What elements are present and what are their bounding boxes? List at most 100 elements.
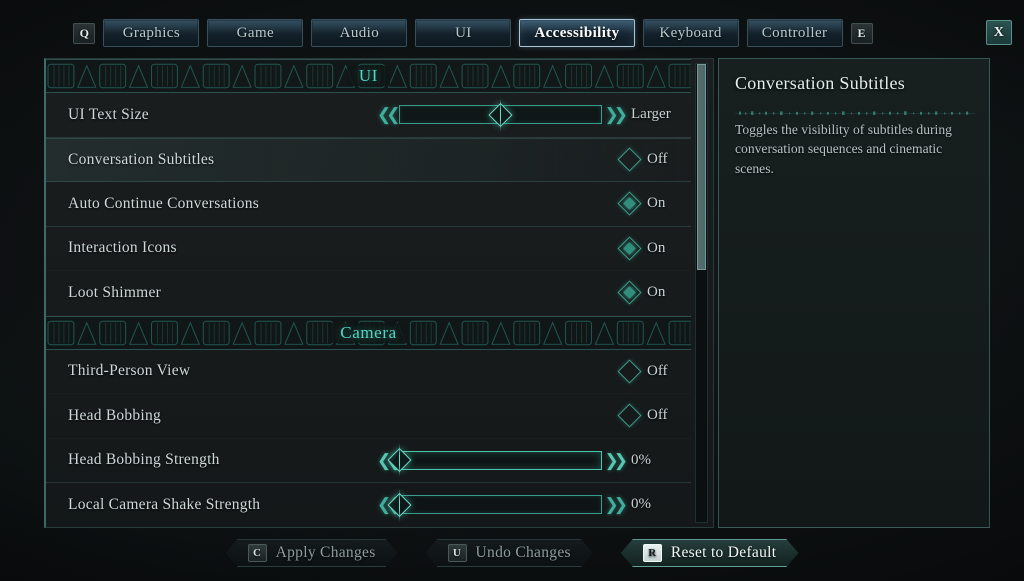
toggle-value: On [647, 239, 666, 256]
tab-graphics[interactable]: Graphics [103, 19, 200, 47]
action-label: Reset to Default [670, 544, 777, 561]
tab-keyboard[interactable]: Keyboard [642, 19, 739, 47]
setting-label: UI Text Size [68, 105, 149, 123]
section-header-ui: UI [46, 59, 691, 93]
action-key-hint: U [448, 544, 467, 562]
diamond-toggle-icon [617, 403, 642, 428]
action-bar: C Apply Changes U Undo Changes R Reset to Def… [0, 539, 1024, 567]
tab-label: Game [236, 24, 275, 41]
diamond-toggle-icon [617, 359, 642, 384]
setting-row[interactable]: Loot Shimmer On [46, 271, 691, 316]
slider-local-camera-shake-strength[interactable]: ❮❮❯❯0% [377, 492, 673, 518]
tab-ui[interactable]: UI [415, 19, 512, 47]
action-undo-changes[interactable]: U Undo Changes [426, 539, 593, 567]
toggle-auto-continue-conversations[interactable]: On [617, 191, 673, 216]
prev-tab-key-hint[interactable]: Q [73, 22, 96, 44]
setting-control: ❮❮❯❯0% [377, 492, 673, 518]
section-title: UI [346, 66, 391, 86]
tab-list: Graphics Game Audio UI Accessibility Keyboard… [103, 19, 843, 47]
info-panel-title: Conversation Subtitles [735, 73, 906, 93]
tab-audio[interactable]: Audio [311, 19, 408, 47]
next-tab-key-hint[interactable]: E [850, 22, 873, 44]
toggle-value: Off [647, 407, 668, 424]
slider-track-wrap: ❮❮❯❯ [377, 492, 628, 518]
toggle-value: Off [647, 362, 668, 379]
setting-label: Head Bobbing Strength [68, 451, 220, 469]
slider-value: 0% [631, 496, 651, 513]
action-key-hint: R [643, 544, 662, 562]
slider-value: Larger [631, 106, 671, 123]
setting-control: ❮❮❯❯0% [377, 447, 673, 473]
settings-scroll-body: UI UI Text Size ❮❮ ❯❯ Larger Conversation Sub… [46, 59, 691, 527]
chevron-right-icon[interactable]: ❯❯ [605, 452, 628, 469]
slider-ui-text-size[interactable]: ❮❮ ❯❯ Larger [377, 102, 673, 128]
setting-label: Head Bobbing [68, 406, 161, 424]
setting-label: Loot Shimmer [68, 283, 161, 301]
slider-track-wrap: ❮❮❯❯ [377, 447, 628, 473]
toggle-interaction-icons[interactable]: On [617, 236, 673, 261]
slider-track[interactable] [387, 492, 602, 517]
section-title: Camera [328, 322, 409, 343]
chevron-right-icon[interactable]: ❯❯ [605, 496, 628, 513]
slider-track[interactable] [398, 102, 602, 127]
slider-value: 0% [631, 451, 651, 468]
tab-label: Keyboard [659, 24, 722, 41]
setting-row[interactable]: Third-Person View Off [46, 350, 691, 395]
tab-label: Controller [761, 24, 828, 41]
close-menu-key-hint[interactable]: X [986, 20, 1012, 45]
tab-accessibility[interactable]: Accessibility [519, 19, 635, 47]
diamond-toggle-icon [617, 236, 642, 261]
toggle-third-person-view[interactable]: Off [617, 359, 673, 384]
tab-label: Graphics [122, 24, 181, 41]
settings-scrollbar[interactable] [695, 63, 708, 523]
settings-screen: Q Graphics Game Audio UI Accessibility Keyboa… [0, 0, 1024, 581]
setting-label: Conversation Subtitles [68, 150, 215, 168]
info-panel: Conversation Subtitles Toggles the visib… [718, 58, 990, 528]
diamond-toggle-icon [617, 191, 642, 216]
setting-control: Off [617, 147, 673, 172]
setting-label: Third-Person View [68, 362, 191, 380]
toggle-head-bobbing[interactable]: Off [617, 403, 673, 428]
chevron-right-icon[interactable]: ❯❯ [605, 106, 628, 123]
action-reset-to-default[interactable]: R Reset to Default [621, 539, 799, 567]
tab-label: UI [455, 24, 472, 41]
action-key-hint: C [248, 544, 267, 562]
setting-control: On [617, 191, 673, 216]
tab-game[interactable]: Game [207, 19, 304, 47]
tab-controller[interactable]: Controller [746, 19, 843, 47]
toggle-value: Off [647, 151, 668, 168]
slider-handle[interactable] [487, 102, 513, 127]
settings-list-panel: UI UI Text Size ❮❮ ❯❯ Larger Conversation Sub… [44, 58, 714, 528]
action-apply-changes[interactable]: C Apply Changes [226, 539, 398, 567]
setting-row[interactable]: Local Camera Shake Strength ❮❮❯❯0% [46, 483, 691, 527]
toggle-loot-shimmer[interactable]: On [617, 280, 673, 305]
slider-head-bobbing-strength[interactable]: ❮❮ ❯❯ 0% [377, 447, 673, 473]
setting-row[interactable]: Conversation Subtitles Off [46, 137, 691, 182]
info-panel-divider [735, 103, 975, 115]
setting-control: On [617, 236, 673, 261]
setting-control: ❮❮ ❯❯ Larger [377, 102, 673, 128]
scrollbar-thumb[interactable] [697, 64, 706, 271]
setting-row[interactable]: Interaction Icons On [46, 227, 691, 272]
slider-track-wrap: ❮❮ ❯❯ [377, 102, 628, 128]
diamond-toggle-icon [617, 280, 642, 305]
toggle-value: On [647, 284, 666, 301]
setting-row[interactable]: UI Text Size ❮❮ ❯❯ Larger [46, 93, 691, 138]
setting-control: Off [617, 359, 673, 384]
tab-label: Audio [339, 24, 380, 41]
setting-row[interactable]: Head Bobbing Off [46, 394, 691, 439]
setting-row[interactable]: Auto Continue Conversations On [46, 182, 691, 227]
setting-label: Auto Continue Conversations [68, 194, 260, 212]
setting-control: On [617, 280, 673, 305]
slider-track[interactable] [387, 448, 602, 473]
toggle-value: On [647, 195, 666, 212]
setting-label: Local Camera Shake Strength [68, 495, 261, 513]
toggle-conversation-subtitles[interactable]: Off [617, 147, 673, 172]
diamond-toggle-icon [617, 147, 642, 172]
setting-row[interactable]: Head Bobbing Strength ❮❮ ❯❯ 0% [46, 439, 691, 483]
chevron-left-icon[interactable]: ❮❮ [377, 106, 400, 123]
action-label: Apply Changes [275, 544, 376, 561]
action-label: Undo Changes [475, 544, 571, 561]
section-header-camera: Camera [46, 315, 691, 350]
settings-tab-bar: Q Graphics Game Audio UI Accessibility Keyboa… [0, 18, 1024, 48]
